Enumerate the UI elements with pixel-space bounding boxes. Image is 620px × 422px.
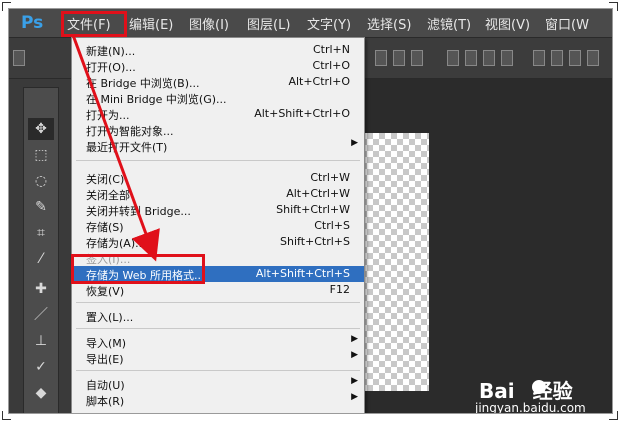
frame-corner-top-left — [2, 2, 11, 11]
photoshop-window: Ps 文件(F) 编辑(E) 图像(I) 图层(L) 文字(Y) 选择(S) 滤… — [8, 8, 613, 414]
annotation-arrow-icon — [71, 34, 160, 262]
frame-corner-bottom-left — [2, 411, 11, 420]
frame-corner-bottom-right — [609, 411, 618, 420]
frame-corner-top-right — [609, 2, 618, 11]
